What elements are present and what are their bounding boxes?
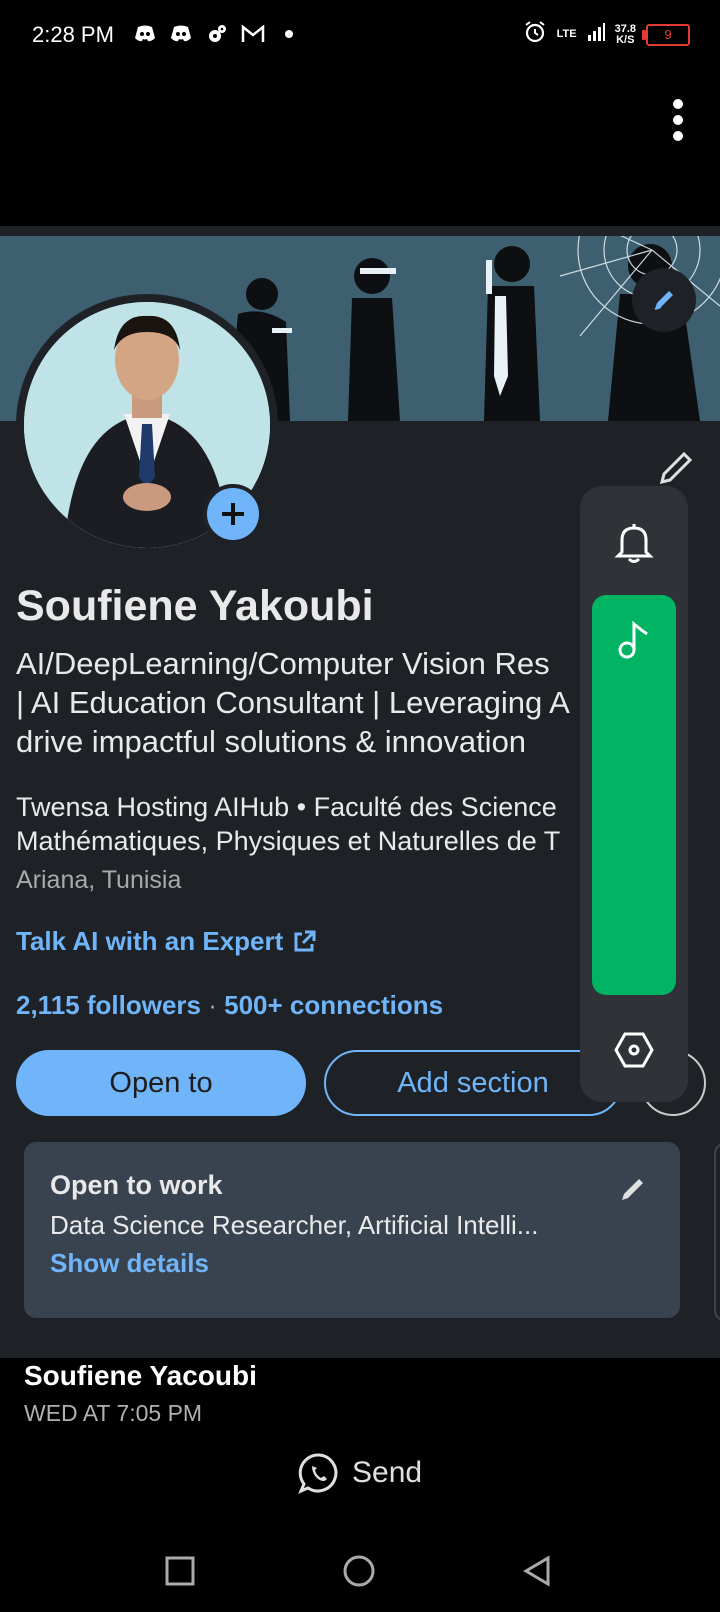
bell-icon[interactable] (614, 520, 654, 569)
dot-icon (277, 22, 301, 46)
whatsapp-icon (298, 1453, 338, 1494)
open-to-work-roles: Data Science Researcher, Artificial Inte… (50, 1210, 539, 1240)
pencil-icon (654, 291, 673, 310)
add-section-button[interactable]: Add section (324, 1050, 622, 1116)
open-to-work-title: Open to work (50, 1170, 223, 1200)
recents-button[interactable] (161, 1552, 199, 1590)
external-link-icon (294, 930, 316, 951)
open-to-button[interactable]: Open to (16, 1050, 306, 1116)
discord-icon (169, 22, 193, 46)
network-type: LTE (556, 28, 577, 40)
pencil-icon (622, 1179, 643, 1200)
profile-website-link[interactable]: Talk AI with an Expert (16, 926, 317, 957)
more-options-icon[interactable] (672, 98, 684, 142)
system-status: LTE 37.8 K/S 9 (523, 20, 690, 49)
add-photo-button[interactable] (203, 484, 263, 544)
connections-link[interactable]: 500+ connections (224, 990, 443, 1020)
edit-banner-button[interactable] (632, 268, 696, 332)
message-sender: Soufiene Yacoubi (24, 1360, 257, 1391)
profile-location: Ariana, Tunisia (16, 866, 182, 894)
send-button[interactable]: Send (298, 1452, 422, 1494)
profile-stats: 2,115 followers · 500+ connections (16, 990, 443, 1021)
music-note-icon (617, 620, 651, 665)
open-to-work-card[interactable]: Open to work Data Science Researcher, Ar… (24, 1142, 680, 1318)
message-timestamp: WED AT 7:05 PM (24, 1400, 203, 1426)
hexagon-settings-icon[interactable] (614, 1030, 654, 1075)
home-button[interactable] (340, 1552, 378, 1590)
notification-icons (133, 22, 301, 46)
back-button[interactable] (518, 1552, 556, 1590)
send-label: Send (352, 1456, 423, 1489)
square-icon (165, 1556, 195, 1586)
status-time: 2:28 PM (32, 22, 114, 47)
battery-indicator: 9 (642, 23, 690, 46)
next-card-edge (714, 1142, 720, 1322)
discord-icon (133, 22, 157, 46)
edit-open-to-work-button[interactable] (618, 1174, 648, 1209)
system-navigation-bar (0, 1530, 720, 1612)
stats-separator: · (208, 990, 217, 1020)
status-bar: 2:28 PM LTE 37.8 K/S 9 (0, 0, 720, 72)
plus-icon (222, 503, 244, 525)
followers-link[interactable]: 2,115 followers (16, 990, 201, 1020)
settings-icon (205, 22, 229, 46)
signal-icon (587, 22, 605, 47)
network-speed: 37.8 K/S (614, 22, 636, 46)
circle-icon (343, 1555, 375, 1587)
profile-name: Soufiene Yakoubi (16, 582, 374, 630)
alarm-icon (523, 20, 547, 49)
pencil-icon (659, 451, 693, 485)
show-details-link[interactable]: Show details (50, 1248, 209, 1279)
website-link-label: Talk AI with an Expert (16, 926, 284, 956)
triangle-back-icon (523, 1555, 550, 1587)
gmail-icon (241, 22, 265, 46)
profile-company: Twensa Hosting AIHub • Faculté des Scien… (16, 792, 561, 856)
